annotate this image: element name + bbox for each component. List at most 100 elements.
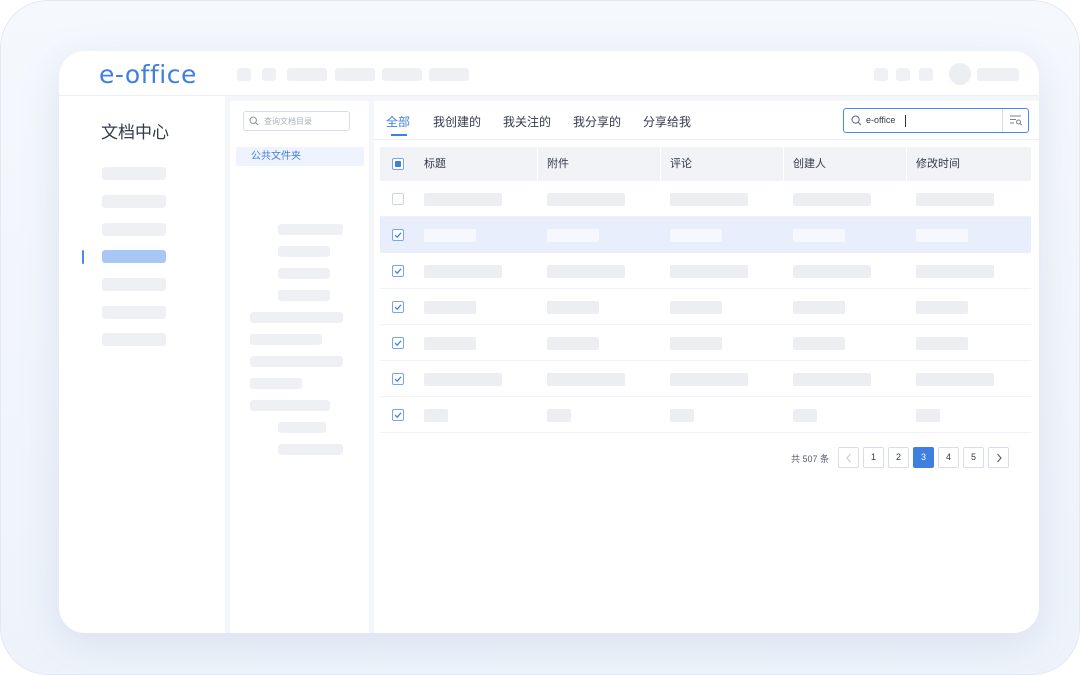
table-header: 标题 附件 评论 创建人 修改时间	[380, 147, 1031, 181]
nav-item-placeholder[interactable]	[102, 333, 166, 346]
tree-search-placeholder: 查询文档目录	[264, 116, 312, 126]
page-title: 文档中心	[101, 123, 169, 142]
chevron-left-icon	[846, 453, 851, 463]
cell-placeholder	[916, 337, 968, 350]
cell-placeholder	[916, 373, 994, 386]
prev-page-button[interactable]	[838, 447, 859, 468]
tab-all[interactable]: 全部	[386, 113, 410, 130]
top-menu-placeholder[interactable]	[429, 68, 469, 81]
tree-item-public-folder[interactable]: 公共文件夹	[236, 147, 364, 166]
row-checkbox[interactable]	[392, 373, 404, 385]
page-button[interactable]: 1	[863, 447, 884, 468]
table-row[interactable]	[380, 361, 1031, 397]
top-menu-placeholder[interactable]	[382, 68, 422, 81]
tree-search-input[interactable]: 查询文档目录	[243, 111, 350, 131]
cell-placeholder	[424, 229, 476, 242]
tree-item-placeholder[interactable]	[278, 224, 343, 235]
cell-placeholder	[793, 301, 845, 314]
page-button-current[interactable]: 3	[913, 447, 934, 468]
left-nav: 文档中心	[59, 96, 225, 633]
cell-placeholder	[916, 301, 968, 314]
column-header-creator[interactable]: 创建人	[783, 147, 826, 181]
top-tool-placeholder[interactable]	[896, 68, 910, 81]
cell-placeholder	[547, 337, 599, 350]
page-button[interactable]: 4	[938, 447, 959, 468]
top-tool-placeholder[interactable]	[919, 68, 933, 81]
table-row[interactable]	[380, 289, 1031, 325]
cell-placeholder	[916, 229, 968, 242]
tab-shared-by-me[interactable]: 我分享的	[573, 113, 621, 130]
nav-item-placeholder[interactable]	[102, 167, 166, 180]
page-button[interactable]: 2	[888, 447, 909, 468]
select-all-checkbox[interactable]	[392, 158, 404, 170]
cell-placeholder	[547, 265, 625, 278]
row-checkbox[interactable]	[392, 337, 404, 349]
cell-placeholder	[793, 265, 871, 278]
tree-item-placeholder[interactable]	[278, 444, 343, 455]
cell-placeholder	[670, 301, 722, 314]
column-header-title[interactable]: 标题	[414, 147, 446, 181]
table-row[interactable]	[380, 217, 1031, 253]
tree-item-placeholder[interactable]	[250, 356, 343, 367]
cell-placeholder	[547, 229, 599, 242]
tree-item-placeholder[interactable]	[278, 246, 330, 257]
cell-placeholder	[547, 193, 625, 206]
nav-active-indicator	[82, 250, 84, 264]
column-header-attachment[interactable]: 附件	[537, 147, 569, 181]
top-tool-placeholder[interactable]	[874, 68, 888, 81]
total-count: 共 507 条	[791, 454, 830, 464]
nav-item-placeholder[interactable]	[102, 278, 166, 291]
table-row[interactable]	[380, 181, 1031, 217]
tabs-divider	[374, 139, 1039, 140]
tab-followed-by-me[interactable]: 我关注的	[503, 113, 551, 130]
table-row[interactable]	[380, 325, 1031, 361]
row-checkbox[interactable]	[392, 409, 404, 421]
nav-item-active[interactable]	[102, 250, 166, 263]
column-header-comments[interactable]: 评论	[660, 147, 692, 181]
cell-placeholder	[424, 301, 476, 314]
filter-button[interactable]	[1002, 109, 1028, 132]
table-row[interactable]	[380, 253, 1031, 289]
tree-item-placeholder[interactable]	[250, 378, 302, 389]
row-checkbox[interactable]	[392, 229, 404, 241]
tab-created-by-me[interactable]: 我创建的	[433, 113, 481, 130]
tree-item-placeholder[interactable]	[278, 290, 330, 301]
row-checkbox[interactable]	[392, 265, 404, 277]
tab-active-underline	[391, 134, 407, 136]
search-input[interactable]: e-office	[843, 108, 1029, 133]
tree-item-placeholder[interactable]	[250, 312, 343, 323]
page-button[interactable]: 5	[963, 447, 984, 468]
top-menu-placeholder[interactable]	[335, 68, 375, 81]
cell-placeholder	[916, 409, 940, 422]
top-menu-placeholder[interactable]	[237, 68, 251, 81]
tree-item-placeholder[interactable]	[278, 268, 330, 279]
cell-placeholder	[670, 229, 722, 242]
row-checkbox[interactable]	[392, 301, 404, 313]
cell-placeholder	[424, 265, 502, 278]
app-logo[interactable]: e-office	[99, 60, 197, 89]
cell-placeholder	[916, 193, 994, 206]
next-page-button[interactable]	[988, 447, 1009, 468]
nav-item-placeholder[interactable]	[102, 223, 166, 236]
tree-item-placeholder[interactable]	[278, 422, 326, 433]
cell-placeholder	[670, 409, 694, 422]
top-menu-placeholder[interactable]	[262, 68, 276, 81]
user-name-placeholder[interactable]	[977, 68, 1019, 81]
search-icon	[249, 116, 259, 126]
column-header-modified-time[interactable]: 修改时间	[906, 147, 960, 181]
nav-item-placeholder[interactable]	[102, 195, 166, 208]
check-icon	[394, 304, 402, 311]
screen-frame: e-office 文档中心 查询文档目录 公共文件夹 全部 我创建的 我关注的 …	[0, 0, 1080, 675]
nav-item-placeholder[interactable]	[102, 306, 166, 319]
cell-placeholder	[547, 373, 625, 386]
cell-placeholder	[793, 193, 871, 206]
tab-shared-to-me[interactable]: 分享给我	[643, 113, 691, 130]
avatar[interactable]	[949, 63, 971, 85]
table-row[interactable]	[380, 397, 1031, 433]
cell-placeholder	[793, 373, 871, 386]
cell-placeholder	[547, 301, 599, 314]
row-checkbox[interactable]	[392, 193, 404, 205]
top-menu-placeholder[interactable]	[287, 68, 327, 81]
tree-item-placeholder[interactable]	[250, 334, 322, 345]
tree-item-placeholder[interactable]	[250, 400, 330, 411]
